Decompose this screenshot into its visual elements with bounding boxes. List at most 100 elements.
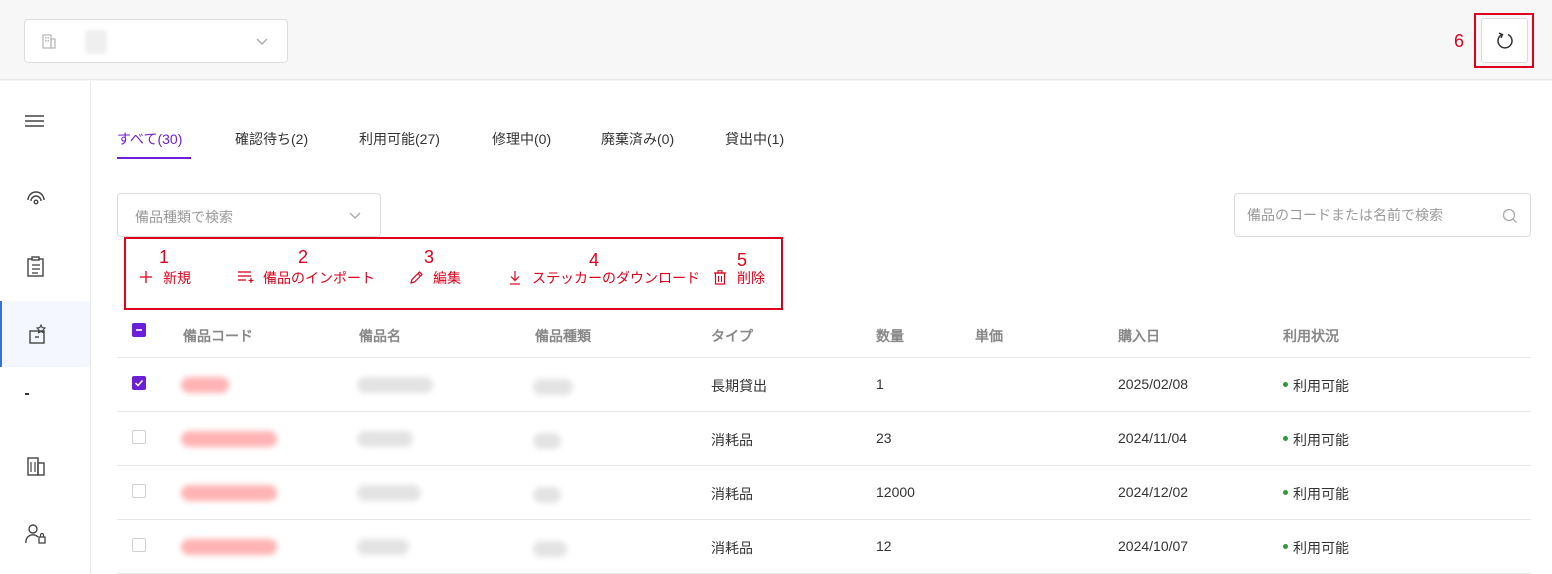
code-redacted bbox=[181, 485, 277, 501]
cell-quantity: 23 bbox=[876, 430, 892, 446]
cell-quantity: 1 bbox=[876, 376, 884, 392]
sidebar-item-dashboard[interactable] bbox=[0, 164, 90, 230]
tab-disposed[interactable]: 廃棄済み(0) bbox=[601, 129, 674, 149]
status-dot bbox=[1283, 382, 1288, 387]
building-icon bbox=[27, 457, 45, 476]
cell-type: 消耗品 bbox=[711, 540, 753, 556]
cell-type: 消耗品 bbox=[711, 486, 753, 502]
user-lock-icon bbox=[25, 524, 46, 544]
sidebar-separator bbox=[25, 393, 29, 395]
row-checkbox[interactable] bbox=[132, 538, 146, 552]
status-dot bbox=[1283, 436, 1288, 441]
row-checkbox[interactable] bbox=[132, 376, 146, 390]
chevron-down-icon bbox=[349, 212, 361, 219]
header-name[interactable]: 備品名 bbox=[359, 326, 401, 346]
equipment-type-select[interactable]: 備品種類で検索 bbox=[117, 193, 381, 237]
status-dot bbox=[1283, 490, 1288, 495]
header-code[interactable]: 備品コード bbox=[183, 326, 253, 346]
sidebar-item-users[interactable] bbox=[0, 501, 90, 567]
annotation-number-5: 5 bbox=[737, 250, 748, 270]
equipment-icon bbox=[29, 323, 47, 344]
row-checkbox[interactable] bbox=[132, 484, 146, 498]
tab-repairing[interactable]: 修理中(0) bbox=[492, 129, 551, 149]
code-redacted bbox=[181, 431, 277, 447]
annotation-number-1: 1 bbox=[159, 247, 170, 267]
status-text: 利用可能 bbox=[1293, 486, 1349, 502]
download-stickers-label: ステッカーのダウンロード bbox=[532, 270, 700, 286]
tab-pending[interactable]: 確認待ち(2) bbox=[235, 129, 308, 149]
annotation-number-2: 2 bbox=[298, 247, 309, 267]
new-button-label: 新規 bbox=[163, 270, 191, 286]
cell-quantity: 12 bbox=[876, 538, 892, 554]
cell-purchase-date: 2024/12/02 bbox=[1118, 484, 1189, 500]
delete-button-label: 削除 bbox=[737, 270, 765, 286]
tab-lent[interactable]: 貸出中(1) bbox=[725, 129, 784, 149]
cell-purchase-date: 2025/02/08 bbox=[1118, 376, 1189, 392]
sidebar-item-requests[interactable] bbox=[0, 233, 90, 299]
main-content: すべて(30) 確認待ち(2) 利用可能(27) 修理中(0) 廃棄済み(0) … bbox=[91, 81, 1552, 574]
select-all-checkbox[interactable] bbox=[132, 323, 146, 337]
sidebar bbox=[0, 81, 91, 574]
download-icon bbox=[510, 271, 520, 285]
clipboard-icon bbox=[27, 256, 44, 277]
category-redacted bbox=[533, 379, 573, 395]
table-row[interactable]: 消耗品 23 2024/11/04 利用可能 bbox=[117, 412, 1531, 466]
tab-available[interactable]: 利用可能(27) bbox=[359, 129, 440, 149]
refresh-icon bbox=[1497, 32, 1513, 49]
refresh-button[interactable] bbox=[1481, 18, 1528, 63]
annotation-number-3: 3 bbox=[424, 247, 435, 267]
cell-type: 長期貸出 bbox=[711, 378, 767, 394]
search-icon[interactable] bbox=[1502, 208, 1518, 224]
minus-icon bbox=[136, 329, 142, 331]
cell-purchase-date: 2024/10/07 bbox=[1118, 538, 1189, 554]
equipment-search bbox=[1234, 193, 1531, 237]
name-redacted bbox=[357, 431, 413, 447]
status-dot bbox=[1283, 544, 1288, 549]
check-icon bbox=[134, 379, 144, 387]
chevron-down-icon bbox=[256, 38, 268, 45]
organization-select[interactable] bbox=[24, 19, 288, 63]
sidebar-item-locations[interactable] bbox=[0, 433, 90, 499]
cell-purchase-date: 2024/11/04 bbox=[1118, 430, 1188, 446]
annotation-number-6: 6 bbox=[1454, 31, 1465, 51]
row-checkbox[interactable] bbox=[132, 430, 146, 444]
type-select-placeholder: 備品種類で検索 bbox=[135, 209, 233, 225]
organization-name-redacted bbox=[85, 30, 107, 54]
header-quantity[interactable]: 数量 bbox=[876, 326, 904, 346]
pencil-icon bbox=[410, 271, 423, 284]
sidebar-menu-toggle[interactable] bbox=[0, 89, 90, 155]
header-status[interactable]: 利用状況 bbox=[1283, 326, 1339, 346]
tab-all[interactable]: すべて(30) bbox=[117, 129, 182, 149]
edit-button-label: 編集 bbox=[433, 270, 461, 286]
search-input[interactable] bbox=[1247, 205, 1497, 225]
status-text: 利用可能 bbox=[1293, 540, 1349, 556]
header-purchase-date[interactable]: 購入日 bbox=[1118, 326, 1160, 346]
name-redacted bbox=[357, 485, 421, 501]
category-redacted bbox=[533, 433, 561, 449]
code-redacted bbox=[181, 377, 229, 393]
status-text: 利用可能 bbox=[1293, 378, 1349, 394]
status-text: 利用可能 bbox=[1293, 432, 1349, 448]
sidebar-item-equipment[interactable] bbox=[0, 301, 90, 367]
signal-icon bbox=[27, 191, 45, 205]
category-redacted bbox=[533, 487, 561, 503]
category-redacted bbox=[533, 541, 567, 557]
building-icon bbox=[42, 34, 56, 49]
table-row[interactable]: 長期貸出 1 2025/02/08 利用可能 bbox=[117, 358, 1531, 412]
code-redacted bbox=[181, 539, 277, 555]
table-header: 備品コード 備品名 備品種類 タイプ 数量 単価 購入日 利用状況 bbox=[117, 310, 1531, 358]
header-category[interactable]: 備品種類 bbox=[535, 326, 591, 346]
header-unit-price[interactable]: 単価 bbox=[975, 326, 1003, 346]
import-button-label: 備品のインポート bbox=[263, 270, 375, 286]
cell-quantity: 12000 bbox=[876, 484, 915, 500]
active-tab-underline bbox=[117, 157, 191, 159]
cell-type: 消耗品 bbox=[711, 432, 753, 448]
hamburger-icon bbox=[25, 115, 44, 127]
plus-icon bbox=[140, 271, 152, 283]
table-row[interactable]: 消耗品 12 2024/10/07 利用可能 bbox=[117, 520, 1531, 574]
name-redacted bbox=[357, 539, 409, 555]
table-row[interactable]: 消耗品 12000 2024/12/02 利用可能 bbox=[117, 466, 1531, 520]
name-redacted bbox=[357, 377, 433, 393]
header-type[interactable]: タイプ bbox=[711, 326, 753, 346]
trash-icon bbox=[714, 270, 726, 285]
